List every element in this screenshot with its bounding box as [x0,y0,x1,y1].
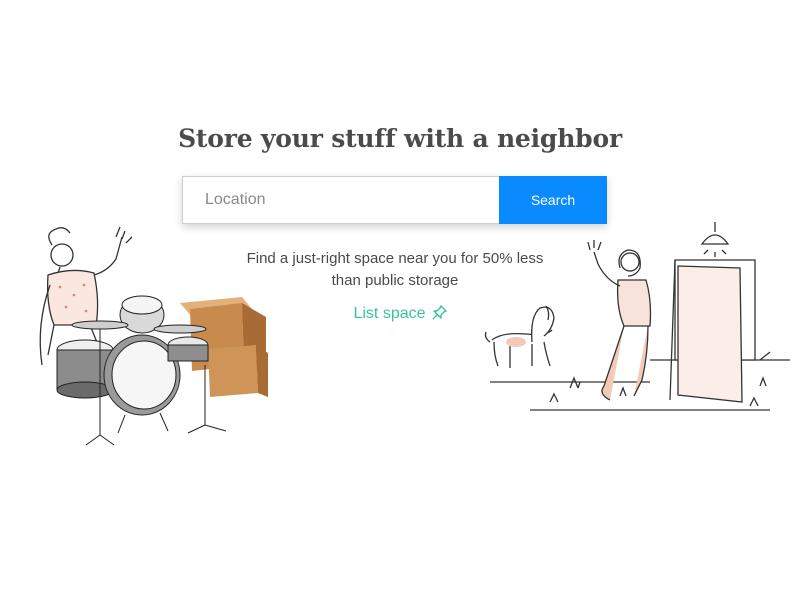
drums-and-boxes-illustration [30,225,280,455]
page-title: Store your stuff with a neighbor [178,124,622,153]
location-input[interactable] [182,176,499,224]
list-space-label: List space [353,305,426,322]
doorway-and-dog-illustration [470,210,790,425]
pushpin-icon [432,305,447,325]
hero-page: Store your stuff with a neighbor Search … [0,0,800,600]
